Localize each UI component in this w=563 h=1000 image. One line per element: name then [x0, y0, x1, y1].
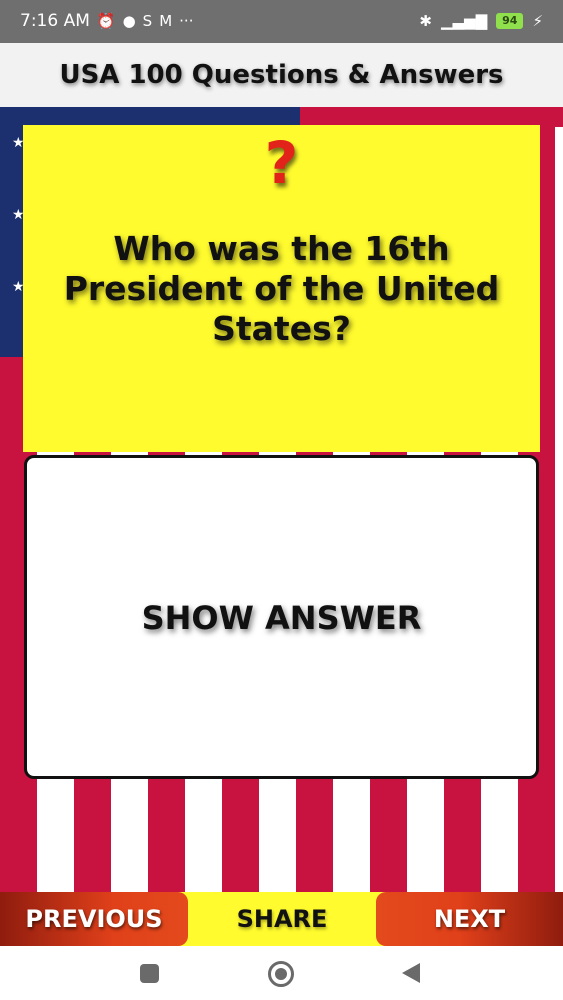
- battery-icon: 94: [496, 13, 524, 29]
- status-time: 7:16 AM: [20, 11, 90, 31]
- signal-icon: ▁▃▅▇: [440, 12, 488, 30]
- question-card: ? Who was the 16th President of the Unit…: [23, 125, 540, 452]
- show-answer-label: SHOW ANSWER: [141, 599, 422, 637]
- status-left: 7:16 AM ⏰ ● S M ···: [20, 11, 193, 31]
- question-mark-icon: ?: [264, 129, 299, 197]
- app-title: USA 100 Questions & Answers: [59, 60, 504, 90]
- show-answer-button[interactable]: SHOW ANSWER: [24, 455, 539, 779]
- more-icon: ···: [179, 12, 194, 30]
- status-bar: 7:16 AM ⏰ ● S M ··· ✱ ▁▃▅▇ 94 ⚡: [0, 0, 563, 43]
- bottom-nav: PREVIOUS SHARE NEXT: [0, 892, 563, 946]
- status-right: ✱ ▁▃▅▇ 94 ⚡: [419, 12, 543, 30]
- recents-icon[interactable]: [140, 964, 159, 983]
- back-icon[interactable]: [402, 963, 420, 983]
- question-text: Who was the 16th President of the United…: [63, 229, 500, 348]
- s-icon: S: [142, 12, 153, 30]
- home-icon[interactable]: [268, 961, 294, 987]
- charging-icon: ⚡: [532, 12, 543, 30]
- home-dot: [275, 968, 287, 980]
- alarm-icon: ⏰: [96, 12, 116, 30]
- system-nav-bar: [0, 946, 563, 1000]
- bluetooth-icon: ✱: [419, 12, 432, 30]
- app-bar: USA 100 Questions & Answers: [0, 43, 563, 107]
- gmail-icon: M: [159, 12, 173, 30]
- share-button[interactable]: SHARE: [188, 892, 376, 946]
- previous-button[interactable]: PREVIOUS: [0, 892, 188, 946]
- next-button[interactable]: NEXT: [376, 892, 563, 946]
- chat-icon: ●: [122, 12, 136, 30]
